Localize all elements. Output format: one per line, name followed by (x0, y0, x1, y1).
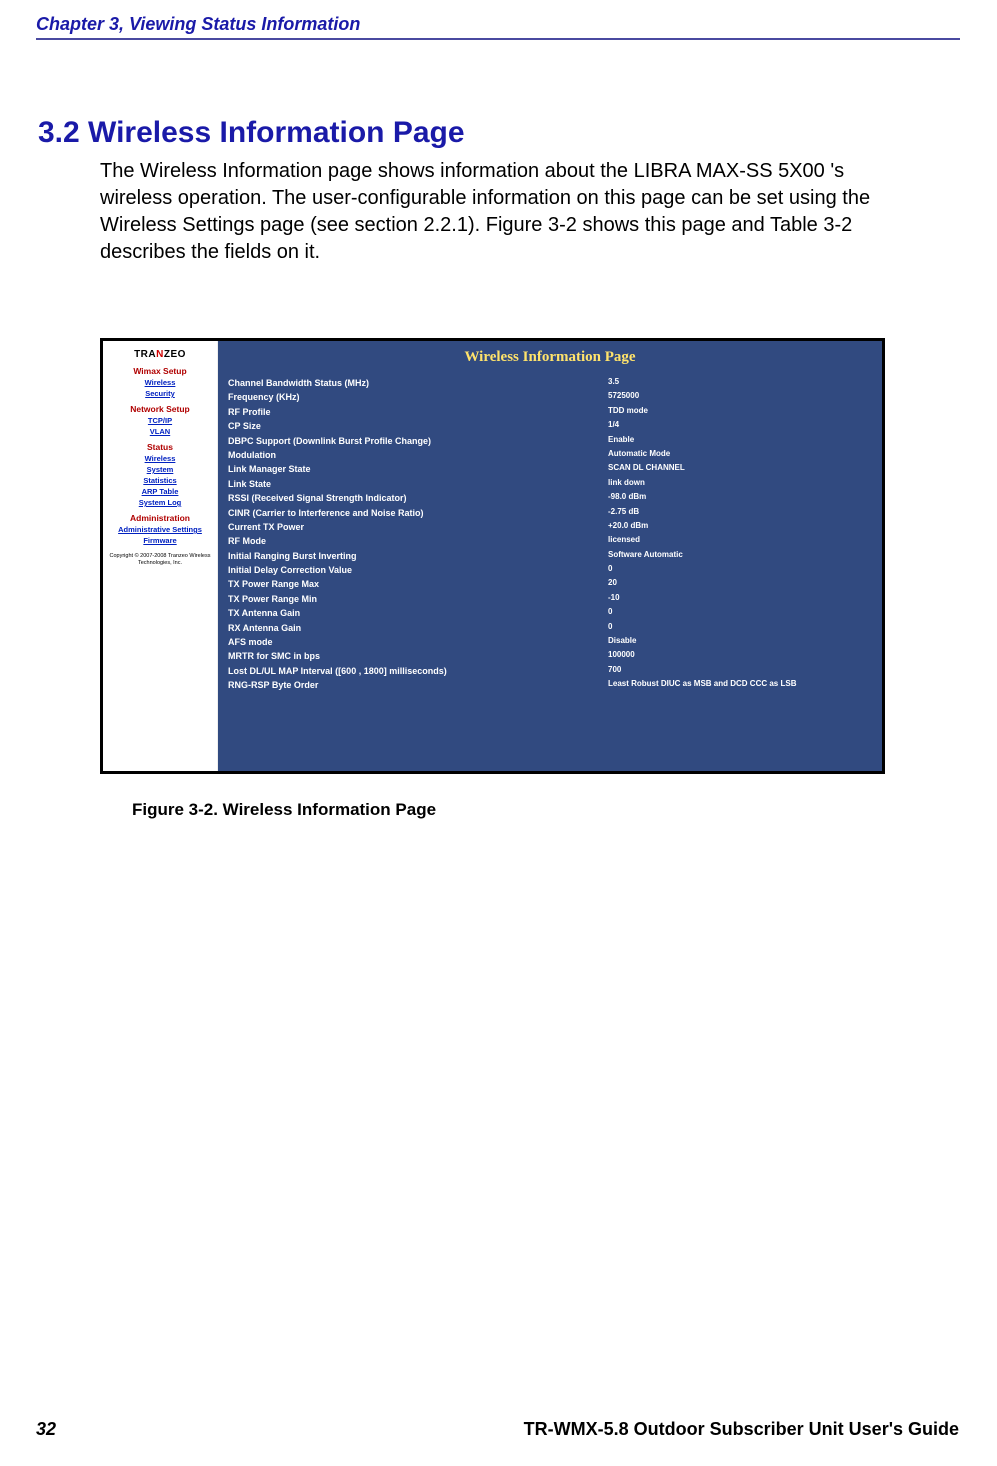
screenshot-page-title: Wireless Information Page (218, 349, 882, 366)
info-value: 1/4 (498, 419, 882, 433)
info-value: link down (498, 477, 882, 491)
sidebar-link[interactable]: Administrative Settings (105, 525, 215, 534)
info-value: 5725000 (498, 390, 882, 404)
info-label: Frequency (KHz) (218, 390, 498, 404)
info-row: Link Statelink down (218, 477, 882, 491)
figure-caption: Figure 3-2. Wireless Information Page (132, 800, 436, 820)
info-label: RF Mode (218, 534, 498, 548)
info-label: CP Size (218, 419, 498, 433)
info-label: Link Manager State (218, 462, 498, 476)
info-row: DBPC Support (Downlink Burst Profile Cha… (218, 434, 882, 448)
sidebar-copyright: Copyright © 2007-2008 Tranzeo Wireless T… (105, 553, 215, 566)
info-rows: Channel Bandwidth Status (MHz)3.5Frequen… (218, 376, 882, 693)
logo: TRANZEO (105, 349, 215, 360)
info-value: 700 (498, 664, 882, 678)
logo-pre: TRA (134, 349, 156, 360)
header-rule (36, 38, 960, 40)
section-heading: 3.2 Wireless Information Page (38, 116, 465, 150)
info-label: RSSI (Received Signal Strength Indicator… (218, 491, 498, 505)
chapter-header: Chapter 3, Viewing Status Information (36, 14, 360, 35)
info-value: +20.0 dBm (498, 520, 882, 534)
info-row: RX Antenna Gain0 (218, 621, 882, 635)
info-label: Lost DL/UL MAP Interval ([600 , 1800] mi… (218, 664, 498, 678)
info-value: Least Robust DIUC as MSB and DCD CCC as … (498, 678, 882, 692)
info-row: RSSI (Received Signal Strength Indicator… (218, 491, 882, 505)
info-row: ModulationAutomatic Mode (218, 448, 882, 462)
info-row: Lost DL/UL MAP Interval ([600 , 1800] mi… (218, 664, 882, 678)
info-label: RNG-RSP Byte Order (218, 678, 498, 692)
logo-z: N (156, 349, 164, 360)
page-number: 32 (36, 1419, 56, 1440)
info-label: Initial Delay Correction Value (218, 563, 498, 577)
info-row: CINR (Carrier to Interference and Noise … (218, 506, 882, 520)
info-label: Modulation (218, 448, 498, 462)
info-row: TX Power Range Min-10 (218, 592, 882, 606)
info-label: CINR (Carrier to Interference and Noise … (218, 506, 498, 520)
info-label: TX Power Range Min (218, 592, 498, 606)
sidebar-link[interactable]: Security (105, 389, 215, 398)
info-label: TX Antenna Gain (218, 606, 498, 620)
screenshot-content: Wireless Information Page Channel Bandwi… (218, 341, 882, 771)
info-value: TDD mode (498, 405, 882, 419)
info-row: Current TX Power+20.0 dBm (218, 520, 882, 534)
info-label: AFS mode (218, 635, 498, 649)
sidebar-link[interactable]: System (105, 465, 215, 474)
info-row: Initial Ranging Burst InvertingSoftware … (218, 549, 882, 563)
info-value: 20 (498, 577, 882, 591)
sidebar-link[interactable]: Statistics (105, 476, 215, 485)
sidebar-link[interactable]: Firmware (105, 536, 215, 545)
info-label: RX Antenna Gain (218, 621, 498, 635)
info-row: TX Antenna Gain0 (218, 606, 882, 620)
sidebar-link[interactable]: VLAN (105, 427, 215, 436)
info-row: RF Modelicensed (218, 534, 882, 548)
info-value: Automatic Mode (498, 448, 882, 462)
info-value: -10 (498, 592, 882, 606)
info-value: -98.0 dBm (498, 491, 882, 505)
info-label: RF Profile (218, 405, 498, 419)
info-row: RNG-RSP Byte OrderLeast Robust DIUC as M… (218, 678, 882, 692)
info-row: Link Manager StateSCAN DL CHANNEL (218, 462, 882, 476)
footer-doc-title: TR-WMX-5.8 Outdoor Subscriber Unit User'… (524, 1419, 959, 1440)
info-label: Channel Bandwidth Status (MHz) (218, 376, 498, 390)
info-row: AFS modeDisable (218, 635, 882, 649)
logo-post: ZEO (164, 349, 186, 360)
sidebar-link[interactable]: Wireless (105, 378, 215, 387)
info-value: 100000 (498, 649, 882, 663)
sidebar-category: Status (105, 442, 215, 452)
info-label: Current TX Power (218, 520, 498, 534)
info-row: RF ProfileTDD mode (218, 405, 882, 419)
info-value: Software Automatic (498, 549, 882, 563)
info-value: Disable (498, 635, 882, 649)
info-value: licensed (498, 534, 882, 548)
info-row: MRTR for SMC in bps100000 (218, 649, 882, 663)
info-row: Frequency (KHz)5725000 (218, 390, 882, 404)
info-row: TX Power Range Max20 (218, 577, 882, 591)
sidebar-category: Administration (105, 513, 215, 523)
screenshot-sidebar: TRANZEO Wimax Setup Wireless Security Netwo… (103, 341, 218, 771)
sidebar-category: Wimax Setup (105, 366, 215, 376)
info-label: Link State (218, 477, 498, 491)
info-row: CP Size1/4 (218, 419, 882, 433)
info-label: DBPC Support (Downlink Burst Profile Cha… (218, 434, 498, 448)
info-value: Enable (498, 434, 882, 448)
sidebar-link[interactable]: System Log (105, 498, 215, 507)
info-value: 0 (498, 563, 882, 577)
sidebar-link[interactable]: Wireless (105, 454, 215, 463)
sidebar-link[interactable]: TCP/IP (105, 416, 215, 425)
info-row: Channel Bandwidth Status (MHz)3.5 (218, 376, 882, 390)
info-value: SCAN DL CHANNEL (498, 462, 882, 476)
info-label: TX Power Range Max (218, 577, 498, 591)
section-body: The Wireless Information page shows info… (100, 158, 920, 266)
sidebar-link[interactable]: ARP Table (105, 487, 215, 496)
sidebar-category: Network Setup (105, 404, 215, 414)
info-value: 0 (498, 621, 882, 635)
info-label: MRTR for SMC in bps (218, 649, 498, 663)
info-value: -2.75 dB (498, 506, 882, 520)
figure-screenshot: TRANZEO Wimax Setup Wireless Security Netwo… (100, 338, 885, 774)
info-value: 3.5 (498, 376, 882, 390)
info-row: Initial Delay Correction Value0 (218, 563, 882, 577)
info-value: 0 (498, 606, 882, 620)
info-label: Initial Ranging Burst Inverting (218, 549, 498, 563)
